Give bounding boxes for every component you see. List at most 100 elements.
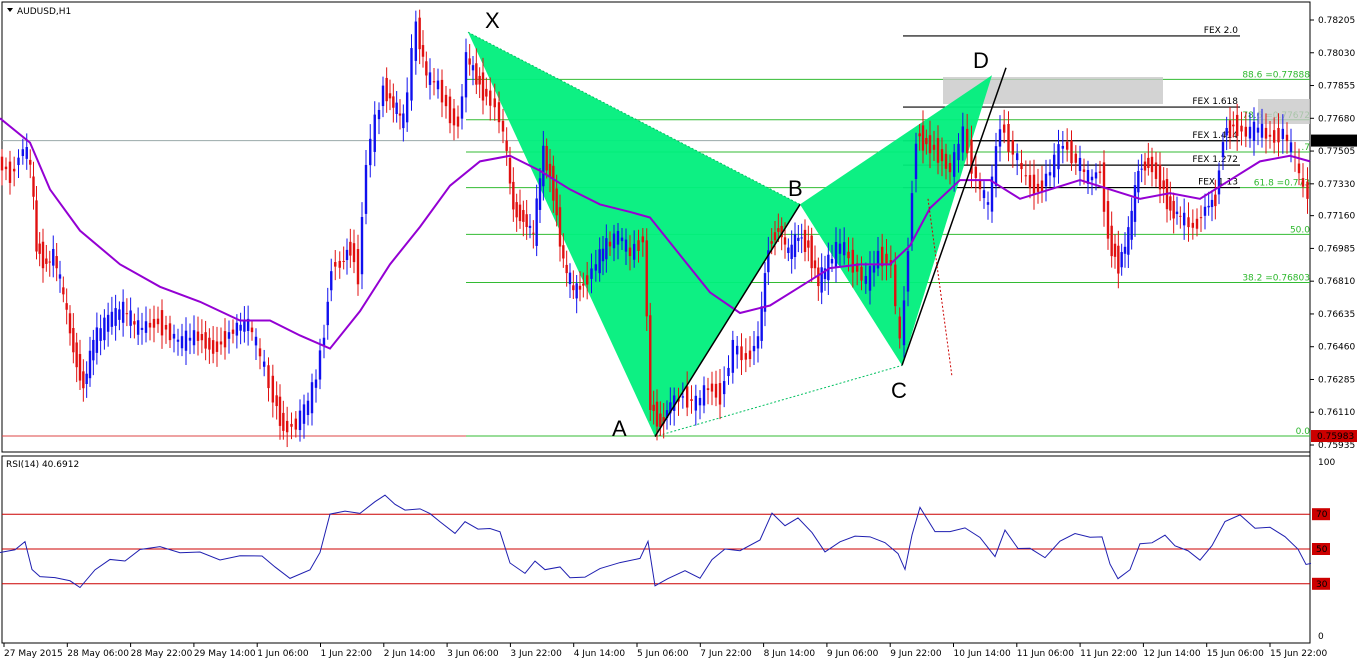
- time-label: 29 May 14:00: [194, 649, 256, 659]
- candle-body: [1052, 154, 1056, 178]
- candle-body: [38, 243, 41, 254]
- candle-body: [1143, 161, 1147, 171]
- candle-body: [82, 371, 85, 389]
- candle-body: [528, 225, 532, 228]
- rsi-level-tag: 70: [1316, 510, 1328, 520]
- time-label: 11 Jun 22:00: [1080, 649, 1137, 659]
- candle-body: [176, 339, 180, 342]
- candle-body: [910, 193, 914, 242]
- candle-body: [525, 214, 528, 228]
- candle-body: [655, 401, 659, 427]
- candle-body: [652, 404, 655, 411]
- candle-body: [436, 80, 440, 90]
- candle-body: [773, 232, 777, 241]
- candle-body: [110, 311, 114, 327]
- candle-body: [410, 48, 413, 101]
- candle-body: [598, 249, 601, 274]
- candle-body: [1113, 243, 1117, 257]
- candle-body: [395, 102, 398, 114]
- candle-body: [21, 149, 25, 157]
- candle-body: [481, 72, 485, 101]
- candle-body: [632, 243, 636, 260]
- time-label: 11 Jun 06:00: [1017, 649, 1074, 659]
- candle-body: [685, 386, 689, 408]
- candle-body: [12, 168, 16, 172]
- candle-body: [637, 240, 640, 251]
- candle-body: [1090, 176, 1094, 181]
- price-tick-label: 0.77160: [1318, 212, 1355, 222]
- candle-body: [211, 340, 215, 354]
- candle-body: [974, 166, 978, 178]
- candle-body: [834, 242, 838, 268]
- candle-body: [1240, 125, 1243, 132]
- candle-body: [787, 247, 790, 254]
- price-tick-label: 0.76285: [1318, 375, 1355, 385]
- price-tick-label: 0.78030: [1318, 49, 1355, 59]
- candle-body: [582, 283, 585, 286]
- price-tick-label: 0.76635: [1318, 310, 1355, 320]
- candle-body: [1117, 245, 1120, 274]
- candle-body: [215, 341, 219, 352]
- candle-body: [250, 327, 254, 333]
- candle-body: [1040, 180, 1044, 193]
- candle-body: [322, 337, 326, 346]
- candle-body: [1272, 130, 1276, 143]
- mt4-chart[interactable]: AUDUSD,H1 RSI(14) 40.6912 88.6 =0.77888 7…: [0, 0, 1358, 660]
- candle-body: [797, 237, 800, 241]
- candle-body: [148, 322, 152, 328]
- fib-label: 38.2 =0.76803: [1242, 273, 1310, 283]
- candle-body: [72, 328, 75, 353]
- candle-body: [608, 241, 612, 247]
- candle-body: [68, 313, 72, 334]
- candle-body: [918, 133, 921, 137]
- candle-body: [421, 45, 425, 57]
- candle-body: [144, 321, 148, 333]
- candle-body: [727, 367, 730, 377]
- candle-body: [1301, 178, 1305, 187]
- candle-body: [1252, 121, 1256, 141]
- candle-body: [65, 303, 68, 310]
- candle-body: [1002, 124, 1006, 133]
- candle-body: [552, 165, 555, 201]
- candle-body: [345, 249, 349, 261]
- candle-body: [842, 242, 846, 256]
- point-label-c: C: [891, 378, 907, 403]
- rsi-title: RSI(14) 40.6912: [6, 460, 79, 470]
- candle-body: [133, 321, 136, 325]
- candle-body: [1074, 153, 1078, 163]
- point-label-x: X: [485, 8, 500, 33]
- candle-body: [388, 93, 392, 99]
- candle-body: [620, 237, 624, 242]
- candle-body: [8, 161, 12, 183]
- candle-body: [164, 324, 168, 330]
- candle-body: [239, 324, 242, 331]
- candle-body: [925, 138, 928, 145]
- current-price-tag: 0.77561: [1317, 137, 1354, 147]
- candle-body: [1182, 212, 1186, 226]
- candle-body: [735, 345, 739, 355]
- candle-body: [659, 413, 662, 428]
- candle-body: [369, 138, 372, 166]
- rsi-axis: 70 50 30 100 0: [1312, 458, 1335, 642]
- candle-body: [41, 241, 45, 269]
- candle-body: [1065, 141, 1069, 150]
- candle-body: [936, 138, 940, 163]
- candle-body: [478, 75, 481, 85]
- time-label: 5 Jun 06:00: [637, 649, 689, 659]
- time-axis: 27 May 2015 28 May 06:00 28 May 22:00 29 Ma…: [3, 643, 1327, 659]
- candle-body: [140, 327, 144, 330]
- candle-body: [62, 287, 65, 295]
- candle-body: [952, 152, 956, 177]
- candle-body: [601, 248, 605, 262]
- candle-body: [535, 198, 538, 246]
- candle-body: [118, 309, 121, 320]
- candle-body: [578, 285, 582, 290]
- candle-body: [800, 237, 803, 239]
- candle-body: [1232, 124, 1235, 127]
- candle-body: [965, 128, 969, 154]
- candle-body: [129, 310, 132, 326]
- time-label: 8 Jun 14:00: [764, 649, 816, 659]
- fex-label: FEX 1.272: [1192, 155, 1238, 165]
- candle-body: [1123, 246, 1127, 254]
- time-label: 12 Jun 14:00: [1143, 649, 1200, 659]
